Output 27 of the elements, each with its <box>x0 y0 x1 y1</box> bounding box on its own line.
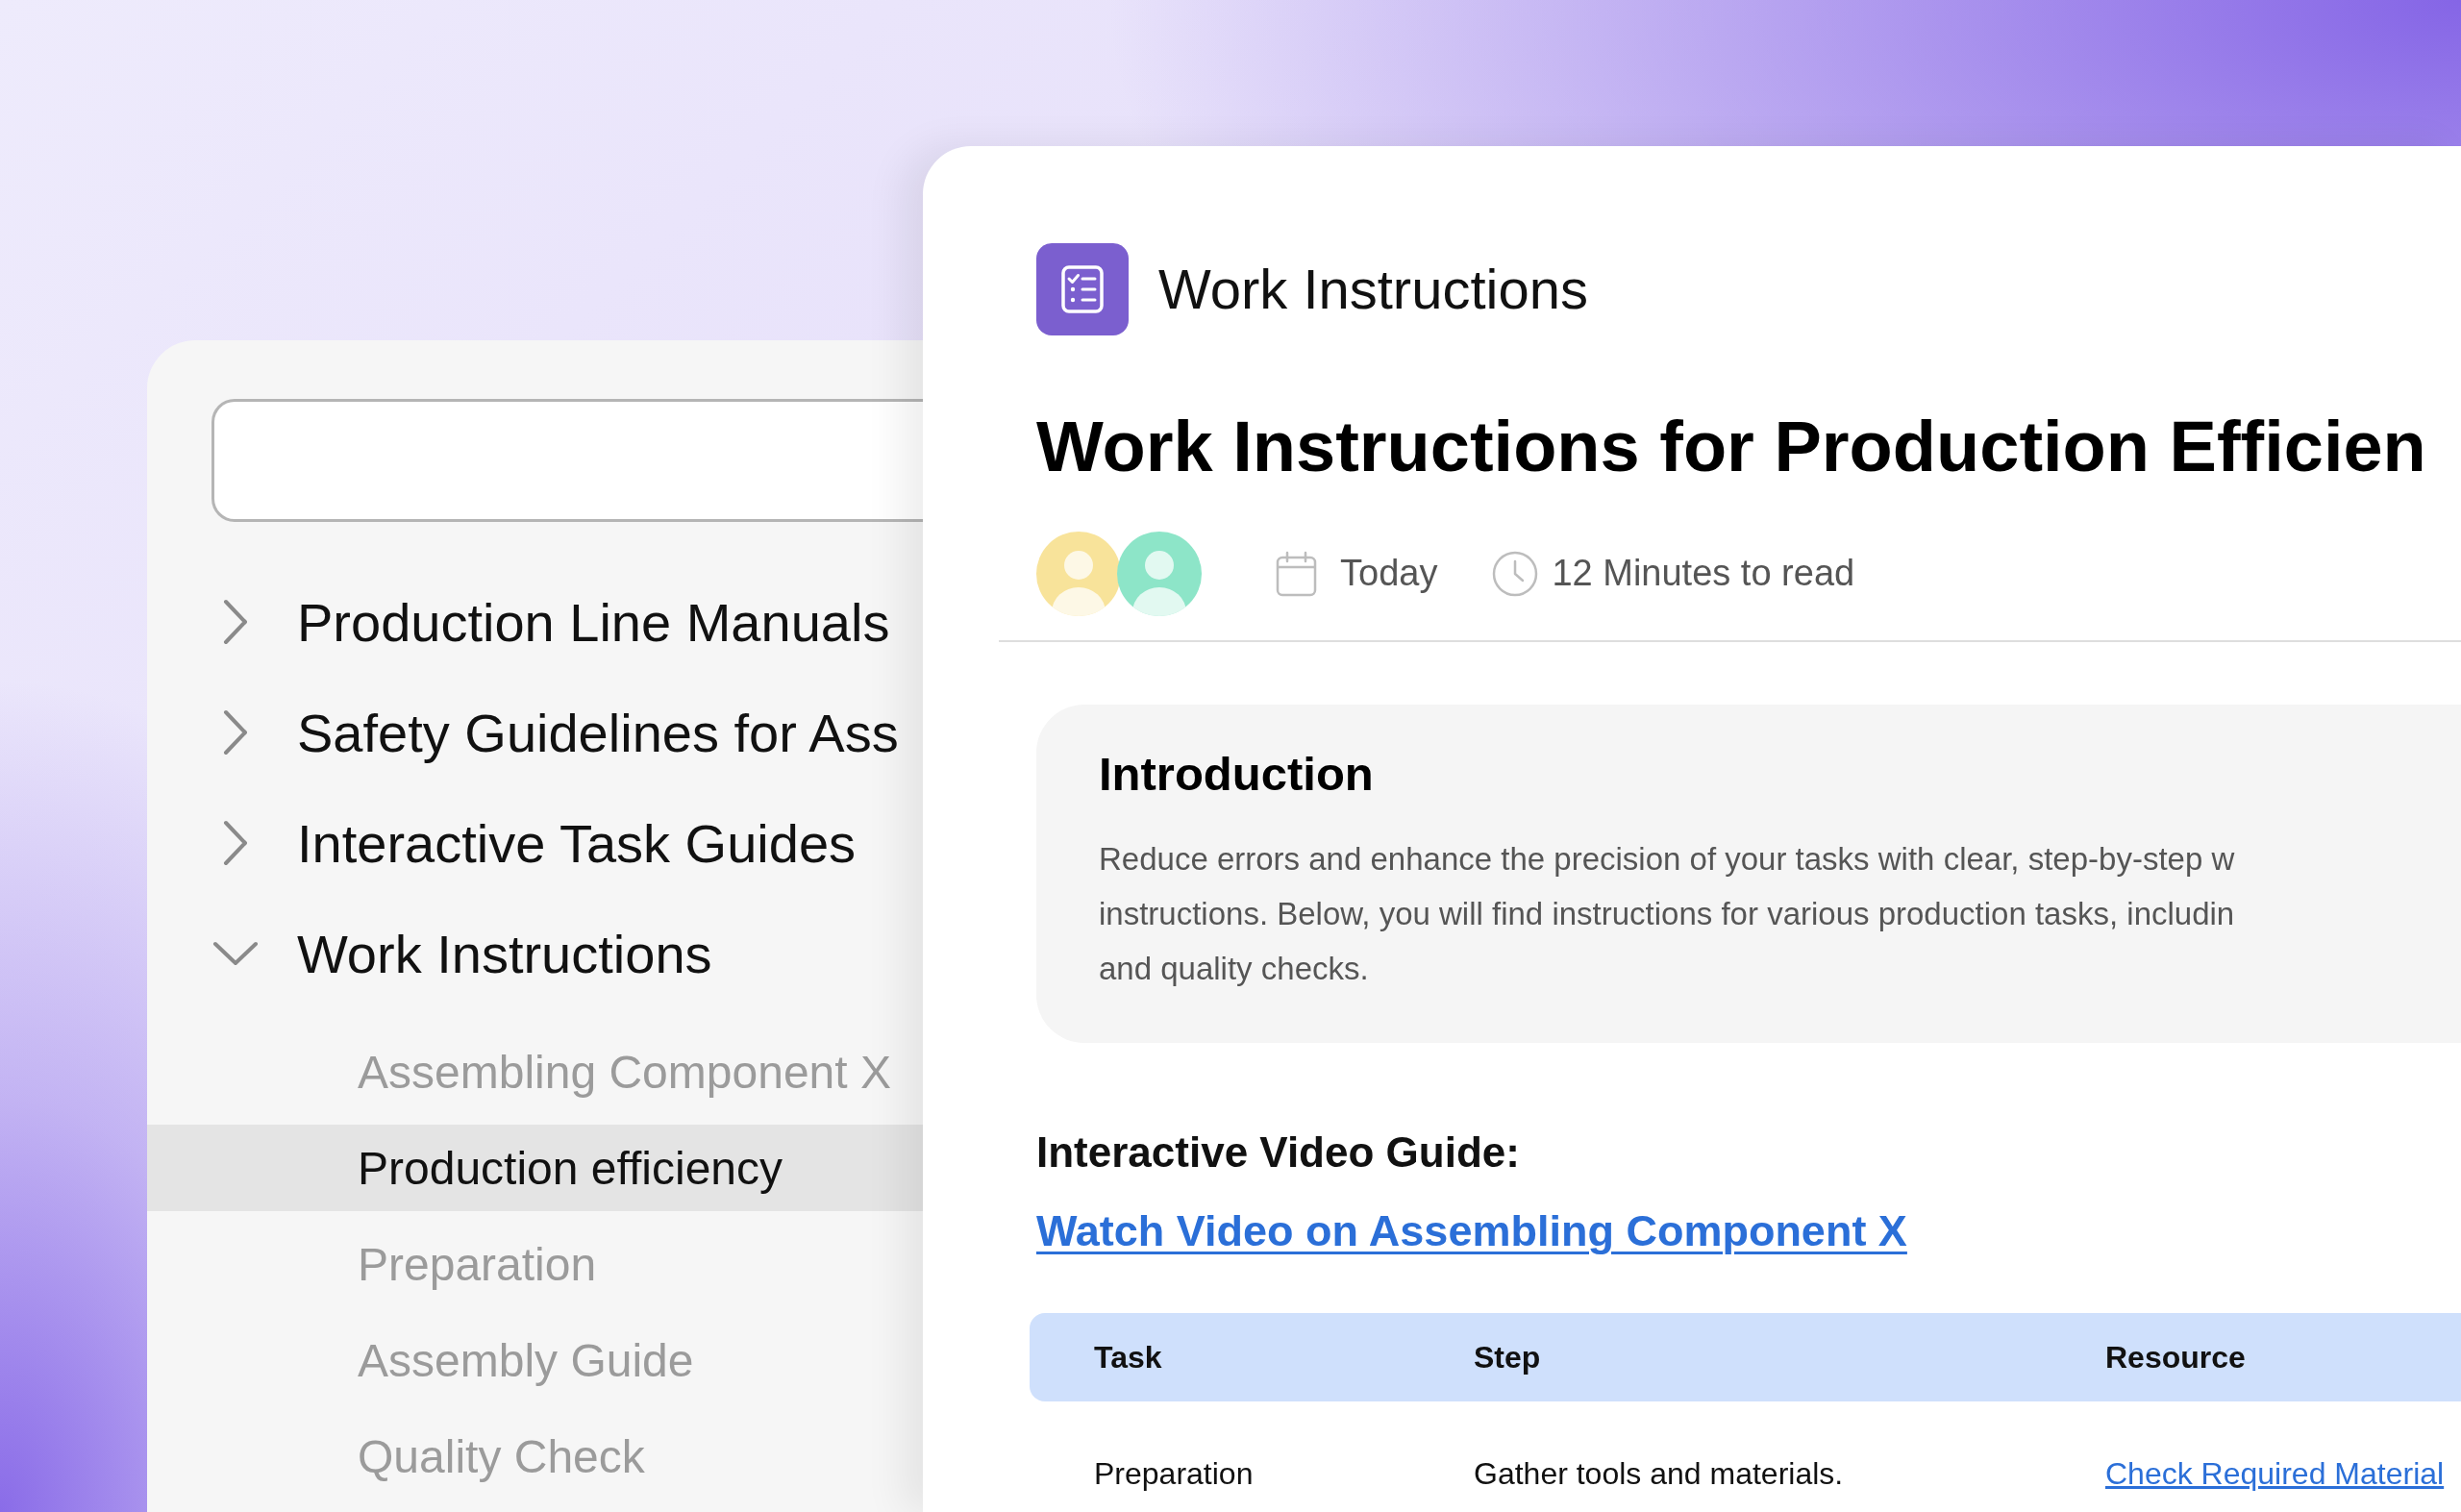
search-field[interactable] <box>211 399 923 522</box>
table-cell: Gather tools and materials. <box>1474 1455 1844 1493</box>
table-cell: Preparation <box>1094 1455 1254 1493</box>
resource-link[interactable]: Check Required Material <box>2105 1456 2445 1492</box>
tree-item[interactable]: Safety Guidelines for Ass <box>211 689 899 776</box>
tree-item[interactable]: Production efficiency <box>147 1125 923 1211</box>
tree-item[interactable]: Assembling Component X <box>358 1029 891 1115</box>
calendar-icon <box>1276 550 1317 597</box>
tree-item[interactable]: Interactive Task Guides <box>211 800 857 886</box>
date-label: Today <box>1340 553 1438 595</box>
tree-item[interactable]: Preparation <box>358 1221 597 1307</box>
tree-item[interactable]: Production Line Manuals <box>211 579 890 665</box>
column-header: Step <box>1474 1339 1541 1376</box>
column-header: Resource <box>2105 1339 2246 1376</box>
video-guide-heading: Interactive Video Guide: <box>1036 1127 1520 1177</box>
page-title: Work Instructions <box>1158 257 1588 323</box>
checklist-icon <box>1036 243 1129 335</box>
read-time-label: 12 Minutes to read <box>1552 553 1855 595</box>
clock-icon <box>1492 550 1539 597</box>
intro-paragraph: Reduce errors and enhance the precision of your tasks with clear, step-by-step w instructions. Below, you will find instructions for various production tasks, includin and quality checks. <box>1099 839 2235 988</box>
tree-item[interactable]: Assembly Guide <box>358 1317 694 1403</box>
tree-item[interactable]: Quality Check <box>358 1413 645 1500</box>
tree-item[interactable]: Work Instructions <box>211 910 712 997</box>
document-title: Work Instructions for Production Efficien <box>1036 406 2426 488</box>
intro-heading: Introduction <box>1099 746 1374 802</box>
video-link[interactable]: Watch Video on Assembling Component X <box>1036 1205 1907 1258</box>
column-header: Task <box>1094 1339 1162 1376</box>
